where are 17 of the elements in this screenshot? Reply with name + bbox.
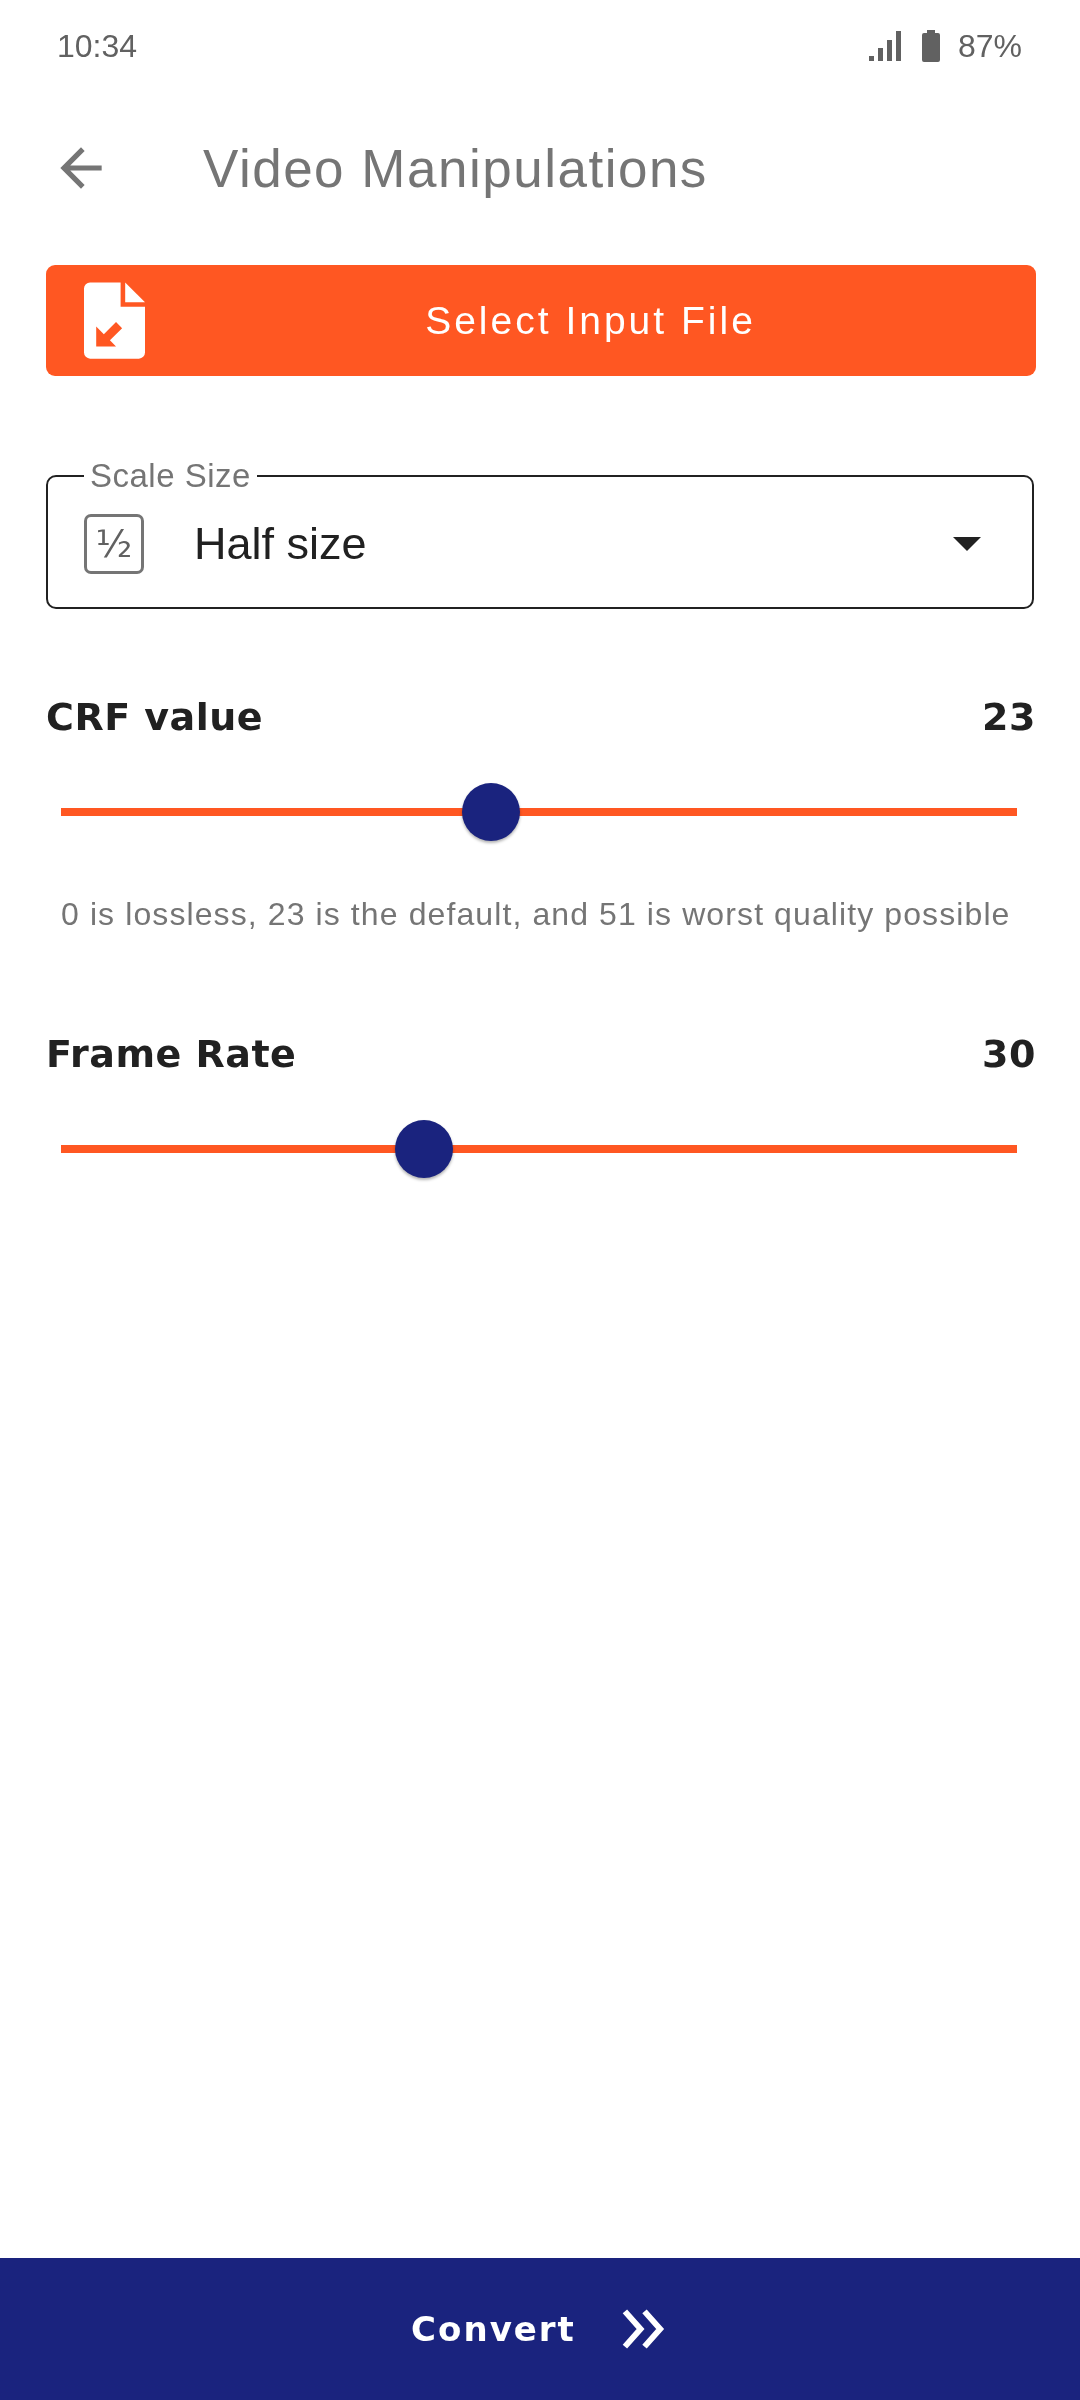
slider-value: 23 [982, 694, 1036, 740]
signal-icon [868, 31, 901, 61]
slider-thumb[interactable] [395, 1120, 454, 1178]
status-time: 10:34 [57, 27, 138, 65]
slider-label: CRF value [46, 694, 264, 740]
fraction-icon: ½ [84, 514, 144, 574]
field-label: Scale Size [89, 458, 252, 494]
screen-title: Video Manipulations [203, 137, 708, 199]
slider-thumb[interactable] [462, 783, 521, 841]
battery-percent: 87% [957, 27, 1022, 65]
dropdown-caret-icon [953, 537, 981, 551]
slider-value: 30 [982, 1031, 1036, 1077]
battery-icon [921, 30, 940, 62]
document-arrow-icon [84, 282, 145, 359]
hint-text: 0 is lossless, 23 is the default, and 51 is worst quality possible [61, 895, 1012, 933]
slider-label: Frame Rate [46, 1031, 297, 1077]
convert-button[interactable]: Convert [0, 2258, 1080, 2400]
